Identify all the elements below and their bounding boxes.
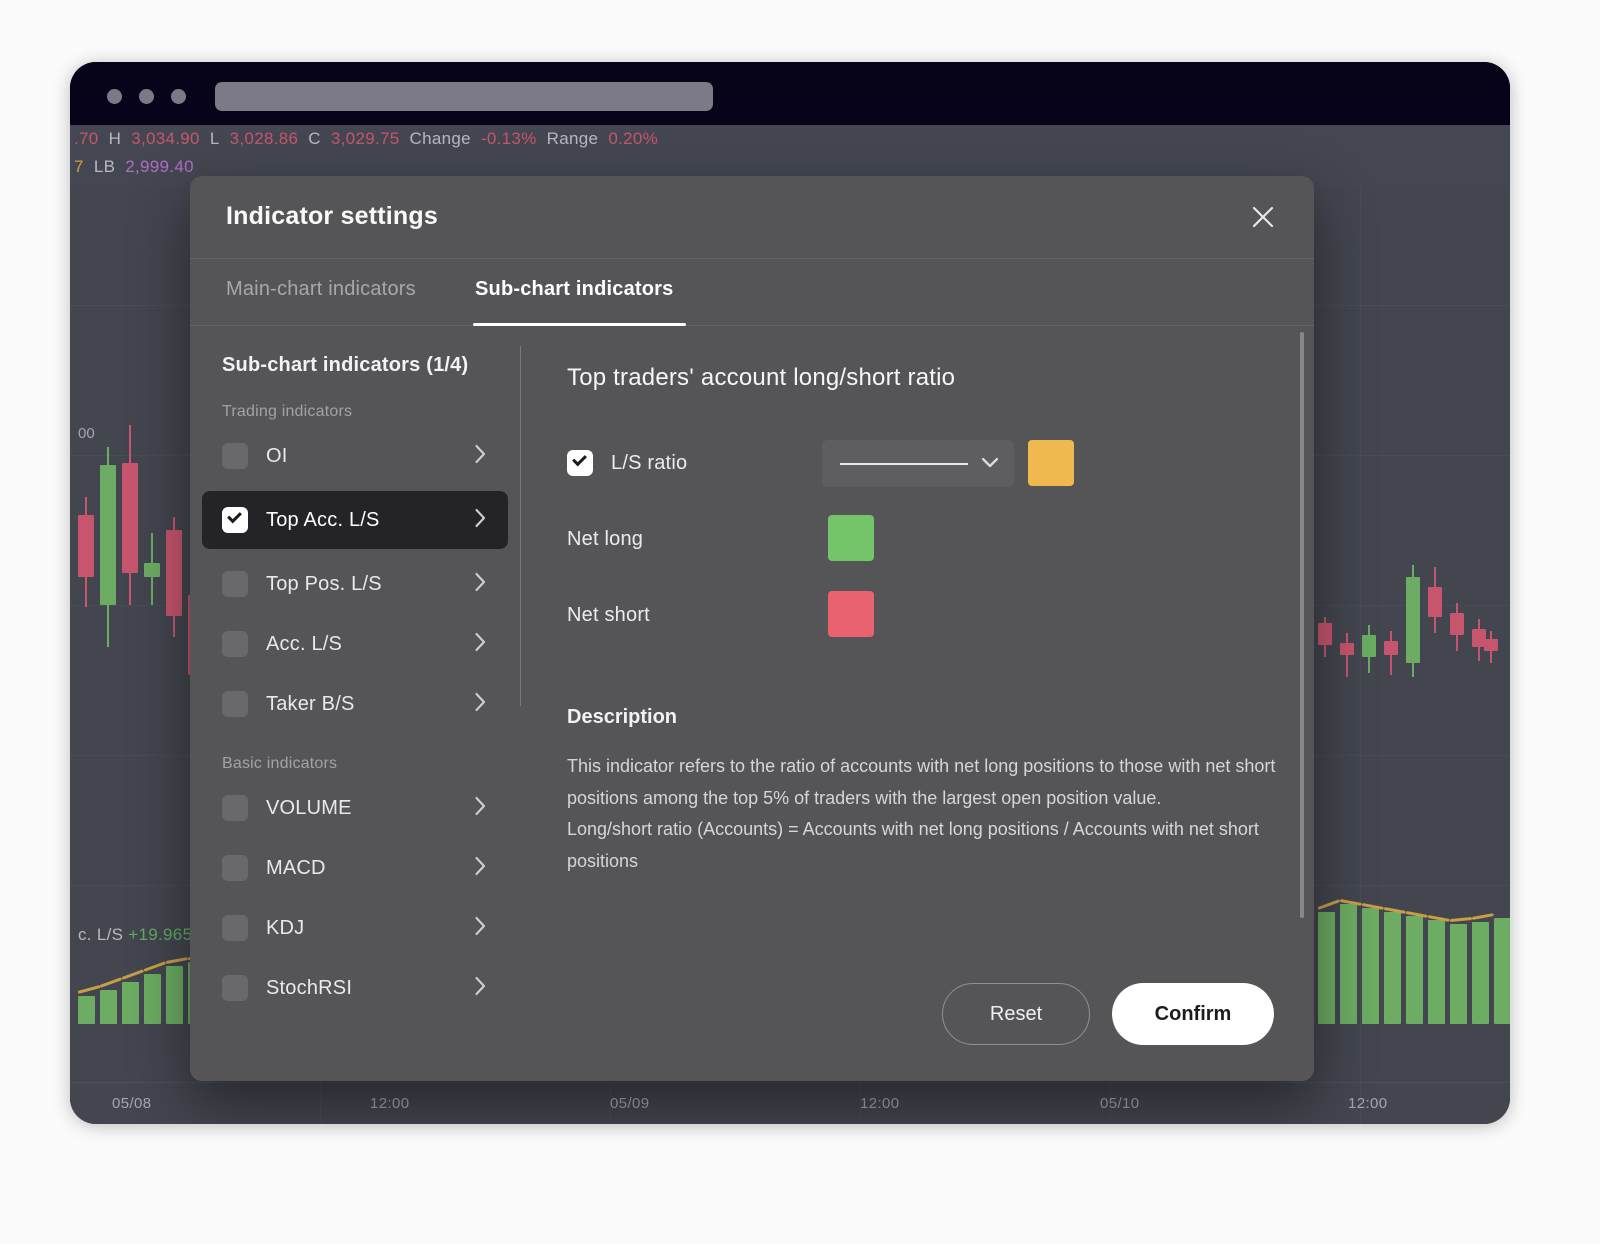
color-swatch-net-short[interactable] <box>828 591 874 637</box>
option-row-net-short: Net short <box>567 586 1314 644</box>
indicator-checkbox[interactable] <box>222 571 248 597</box>
indicator-item-label: KDJ <box>266 916 305 939</box>
modal-overlay: Indicator settings Main-chart indicators… <box>70 62 1510 1124</box>
dialog-header: Indicator settings <box>190 176 1314 259</box>
dialog-title: Indicator settings <box>226 202 438 230</box>
indicator-list-item-taker-b-s[interactable]: Taker B/S <box>202 679 508 729</box>
check-icon <box>572 451 587 467</box>
indicator-list: Trading indicators OI Top Acc. L/S Top Pos.… <box>190 403 520 1013</box>
tab-sub-chart-indicators[interactable]: Sub-chart indicators <box>475 278 673 301</box>
indicator-settings-dialog: Indicator settings Main-chart indicators… <box>190 176 1314 1081</box>
option-label-net-short: Net short <box>567 603 650 626</box>
indicator-checkbox[interactable] <box>222 855 248 881</box>
option-row-ls-ratio: L/S ratio <box>567 434 1314 492</box>
dialog-body: Sub-chart indicators (1/4) Trading indic… <box>190 326 1314 1081</box>
indicator-list-item-stochrsi[interactable]: StochRSI <box>202 963 508 1013</box>
indicator-item-label: Taker B/S <box>266 692 355 715</box>
reset-button[interactable]: Reset <box>942 983 1090 1045</box>
option-label-net-long: Net long <box>567 527 644 550</box>
indicator-list-item-top-acc-l-s[interactable]: Top Acc. L/S <box>202 491 508 549</box>
option-label-ls-ratio: L/S ratio <box>611 451 688 474</box>
option-row-net-long: Net long <box>567 510 1314 568</box>
indicator-item-label: MACD <box>266 856 326 879</box>
chevron-right-icon <box>475 916 486 940</box>
indicator-item-label: OI <box>266 444 288 467</box>
indicator-group-label: Basic indicators <box>222 755 338 772</box>
indicator-list-title: Sub-chart indicators (1/4) <box>222 354 469 376</box>
description-body: This indicator refers to the ratio of ac… <box>567 756 1276 871</box>
chevron-right-icon <box>475 796 486 820</box>
indicator-list-item-volume[interactable]: VOLUME <box>202 783 508 833</box>
browser-window: .70 H 3,034.90 L 3,028.86 C 3,029.75 Cha… <box>70 62 1510 1124</box>
indicator-detail-title: Top traders' account long/short ratio <box>567 364 956 391</box>
check-icon <box>227 508 242 524</box>
indicator-checkbox[interactable] <box>222 443 248 469</box>
close-icon[interactable] <box>1246 200 1280 234</box>
chevron-right-icon <box>475 632 486 656</box>
indicator-group-label: Trading indicators <box>222 403 353 420</box>
chevron-right-icon <box>475 508 486 532</box>
indicator-list-item-top-pos-l-s[interactable]: Top Pos. L/S <box>202 559 508 609</box>
chevron-right-icon <box>475 572 486 596</box>
chevron-right-icon <box>475 692 486 716</box>
indicator-item-label: Top Pos. L/S <box>266 572 382 595</box>
description-title: Description <box>567 706 678 728</box>
indicator-list-pane: Sub-chart indicators (1/4) Trading indic… <box>190 326 520 1081</box>
dialog-footer: Reset Confirm <box>942 983 1274 1045</box>
indicator-item-label: StochRSI <box>266 976 353 999</box>
description-section: Description This indicator refers to the… <box>521 706 1314 877</box>
ls-ratio-checkbox[interactable] <box>567 450 593 476</box>
indicator-checkbox[interactable] <box>222 507 248 533</box>
dialog-tabs: Main-chart indicators Sub-chart indicato… <box>190 259 1314 326</box>
line-style-preview <box>840 462 968 465</box>
color-swatch-net-long[interactable] <box>828 515 874 561</box>
indicator-item-label: VOLUME <box>266 796 352 819</box>
chevron-down-icon <box>981 455 999 473</box>
indicator-list-item-acc-l-s[interactable]: Acc. L/S <box>202 619 508 669</box>
indicator-item-label: Top Acc. L/S <box>266 508 380 531</box>
indicator-list-item-macd[interactable]: MACD <box>202 843 508 893</box>
indicator-checkbox[interactable] <box>222 691 248 717</box>
chevron-right-icon <box>475 976 486 1000</box>
indicator-checkbox[interactable] <box>222 795 248 821</box>
indicator-checkbox[interactable] <box>222 975 248 1001</box>
line-style-select[interactable] <box>822 440 1014 487</box>
indicator-list-item-kdj[interactable]: KDJ <box>202 903 508 953</box>
indicator-list-item-oi[interactable]: OI <box>202 431 508 481</box>
chevron-right-icon <box>475 856 486 880</box>
chevron-right-icon <box>475 444 486 468</box>
indicator-checkbox[interactable] <box>222 915 248 941</box>
indicator-checkbox[interactable] <box>222 631 248 657</box>
confirm-button[interactable]: Confirm <box>1112 983 1274 1045</box>
color-swatch-ls-ratio[interactable] <box>1028 440 1074 486</box>
indicator-detail-pane: Top traders' account long/short ratio L/… <box>521 326 1314 1081</box>
indicator-item-label: Acc. L/S <box>266 632 343 655</box>
tab-main-chart-indicators[interactable]: Main-chart indicators <box>226 278 416 301</box>
